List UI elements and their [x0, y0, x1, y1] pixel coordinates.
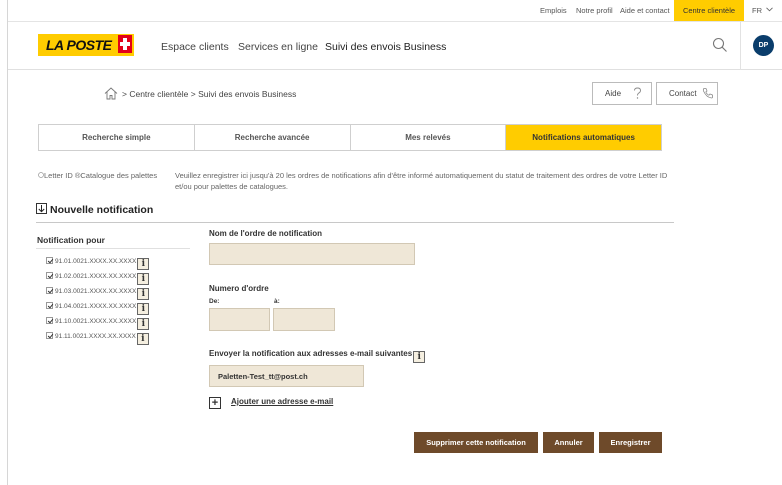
checkbox-checked-icon[interactable]	[46, 287, 53, 294]
save-button[interactable]: Enregistrer	[599, 432, 662, 453]
lot-item[interactable]: 91.10.0021.XXXX.XX.XXXX i	[46, 317, 150, 330]
to-label: à:	[274, 298, 280, 305]
email-value: Paletten-Test_tt@post.ch	[218, 372, 308, 381]
utility-bar: Emplois Notre profil Aide et contact Cen…	[8, 0, 782, 22]
lot-item[interactable]: 91.01.0021.XXXX.XX.XXXX i	[46, 257, 150, 270]
delete-notification-button[interactable]: Supprimer cette notification	[414, 432, 538, 453]
checkbox-checked-icon[interactable]	[46, 317, 53, 324]
lot-item[interactable]: 91.04.0021.XXXX.XX.XXXX i	[46, 302, 150, 315]
breadcrumb: > Centre clientèle > Suivi des envois Bu…	[122, 89, 297, 99]
add-email-button[interactable]: + Ajouter une adresse e-mail	[209, 397, 333, 409]
tab-recherche-avancee[interactable]: Recherche avancée	[195, 125, 351, 150]
nav-espace-clients[interactable]: Espace clients	[161, 41, 229, 53]
main-header: LA POSTE Espace clients Services en lign…	[8, 22, 782, 70]
tab-bar: Recherche simple Recherche avancée Mes r…	[38, 124, 662, 151]
lot-item[interactable]: 91.03.0021.XXXX.XX.XXXX i	[46, 287, 150, 300]
info-icon[interactable]: i	[137, 273, 150, 285]
search-icon[interactable]	[712, 37, 728, 53]
question-icon	[634, 87, 641, 99]
email-label-text: Envoyer la notification aux adresses e-m…	[209, 349, 413, 358]
checkbox-checked-icon[interactable]	[46, 302, 53, 309]
home-icon[interactable]	[104, 87, 118, 100]
to-input[interactable]	[273, 308, 335, 331]
section-divider	[36, 222, 674, 223]
info-icon[interactable]: i	[137, 318, 150, 330]
new-notification-heading[interactable]: Nouvelle notification	[36, 203, 153, 216]
contact-button[interactable]: Contact	[656, 82, 718, 105]
order-name-label: Nom de l'ordre de notification	[209, 229, 323, 238]
info-icon[interactable]: i	[137, 288, 150, 300]
intro-description: Veuillez enregistrer ici jusqu'à 20 les …	[175, 171, 668, 191]
order-number-label: Numero d'ordre	[209, 284, 269, 293]
email-field[interactable]: Paletten-Test_tt@post.ch	[209, 365, 364, 387]
language-selector[interactable]: FR	[752, 6, 773, 15]
user-avatar[interactable]: DP	[753, 35, 774, 56]
lot-item[interactable]: 91.02.0021.XXXX.XX.XXXX i	[46, 272, 150, 285]
la-poste-logo[interactable]: LA POSTE	[38, 34, 134, 56]
tab-recherche-simple[interactable]: Recherche simple	[39, 125, 195, 150]
phone-icon	[702, 88, 713, 99]
page-frame: Emplois Notre profil Aide et contact Cen…	[7, 0, 782, 485]
info-icon[interactable]: i	[136, 333, 149, 345]
language-label: FR	[752, 6, 762, 15]
from-input[interactable]	[209, 308, 270, 331]
nav-suivi-envois-business[interactable]: Suivi des envois Business	[325, 41, 446, 53]
add-email-label: Ajouter une adresse e-mail	[231, 397, 334, 406]
lot-item-label: 91.01.0021.XXXX.XX.XXXX	[55, 258, 137, 265]
lot-item[interactable]: 91.11.0021.XXXX.XX.XXXX i	[46, 332, 149, 345]
tab-notifications-automatiques[interactable]: Notifications automatiques	[506, 125, 661, 150]
info-icon[interactable]: i	[137, 258, 150, 270]
new-notification-title: Nouvelle notification	[50, 204, 154, 216]
swiss-cross-icon	[118, 35, 132, 53]
type-radio-group[interactable]: Letter ID ®Catalogue des palettes	[38, 170, 158, 181]
info-icon[interactable]: i	[413, 351, 426, 363]
contact-button-label: Contact	[669, 89, 697, 98]
checkbox-checked-icon[interactable]	[46, 272, 53, 279]
plus-icon: +	[209, 397, 221, 409]
header-separator	[740, 22, 741, 70]
radio-options-label: Letter ID ®Catalogue des palettes	[44, 171, 158, 180]
help-button[interactable]: Aide	[592, 82, 652, 105]
util-link-emplois[interactable]: Emplois	[540, 6, 567, 15]
util-link-centre-clientele[interactable]: Centre clientèle	[674, 0, 744, 21]
tab-mes-releves[interactable]: Mes relevés	[351, 125, 507, 150]
nav-services-en-ligne[interactable]: Services en ligne	[238, 41, 318, 53]
checkbox-checked-icon[interactable]	[46, 332, 53, 339]
lot-item-label: 91.03.0021.XXXX.XX.XXXX	[55, 288, 137, 295]
chevron-down-icon	[766, 7, 773, 12]
util-link-notre-profil[interactable]: Notre profil	[576, 6, 613, 15]
from-label: De:	[209, 298, 220, 305]
left-divider	[36, 248, 190, 249]
checkbox-checked-icon[interactable]	[46, 257, 53, 264]
util-link-aide-contact[interactable]: Aide et contact	[620, 6, 670, 15]
order-name-input[interactable]	[209, 243, 415, 265]
cancel-button[interactable]: Annuler	[543, 432, 594, 453]
lot-item-label: 91.10.0021.XXXX.XX.XXXX	[55, 318, 137, 325]
logo-text: LA POSTE	[46, 37, 112, 53]
info-icon[interactable]: i	[137, 303, 150, 315]
lot-item-label: 91.02.0021.XXXX.XX.XXXX	[55, 273, 137, 280]
lot-item-label: 91.11.0021.XXXX.XX.XXXX	[55, 333, 136, 340]
email-label: Envoyer la notification aux adresses e-m…	[209, 349, 426, 363]
arrow-down-icon	[36, 203, 47, 214]
lot-item-label: 91.04.0021.XXXX.XX.XXXX	[55, 303, 137, 310]
notification-pour-title: Notification pour	[37, 235, 105, 245]
help-button-label: Aide	[605, 89, 622, 98]
